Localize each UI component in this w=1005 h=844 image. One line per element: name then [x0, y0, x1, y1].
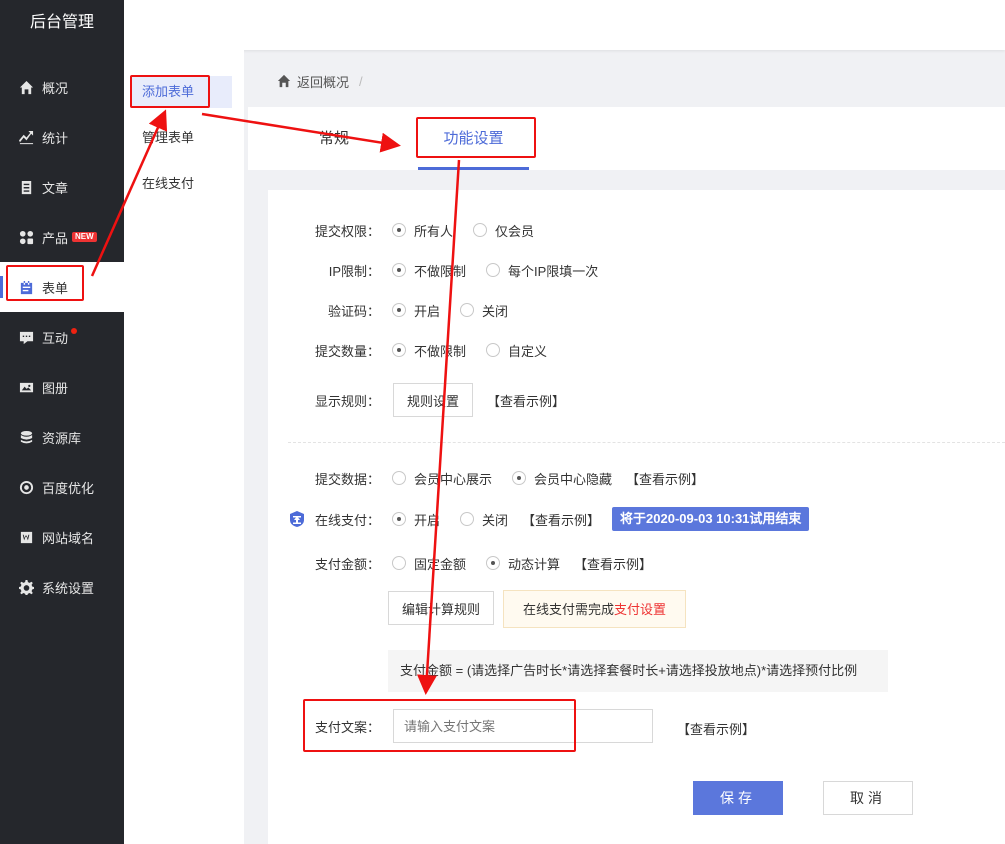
radio-everyone[interactable]: 所有人: [392, 221, 453, 240]
field-label: 验证码：: [327, 303, 380, 319]
settings-panel: 提交权限： 所有人 仅会员 IP限制： 不做限制 每个IP限填一次 验证码： 开…: [268, 190, 1005, 844]
row-display-rule: 显示规则： 规则设置 【查看示例】: [268, 383, 565, 417]
radio-pay-off[interactable]: 关闭: [460, 510, 508, 529]
sidebar-item-label: 统计: [42, 130, 69, 146]
sidebar-item-label: 文章: [42, 180, 69, 196]
subnav-manage-form[interactable]: 管理表单: [130, 122, 232, 154]
subnav-online-pay[interactable]: 在线支付: [130, 168, 232, 200]
new-badge: NEW: [72, 232, 97, 242]
row-online-pay: 在线支付： 开启 关闭 【查看示例】 将于2020-09-03 10:31试用结…: [268, 507, 810, 531]
seo-icon: [18, 479, 34, 495]
radio-captcha-on[interactable]: 开启: [392, 301, 440, 320]
sidebar-item-article[interactable]: 文章: [0, 162, 124, 212]
sidebar-item-label: 网站域名: [42, 530, 95, 546]
sidebar-item-overview[interactable]: 概况: [0, 62, 124, 112]
sidebar-item-label: 图册: [42, 380, 69, 396]
radio-captcha-off[interactable]: 关闭: [460, 301, 508, 320]
breadcrumb-back-link[interactable]: 返回概况: [297, 72, 349, 91]
home-icon: [277, 74, 291, 88]
sidebar-item-domain[interactable]: 网站域名: [0, 512, 124, 562]
trial-expiry-badge: 将于2020-09-03 10:31试用结束: [612, 507, 810, 531]
view-example-link[interactable]: 【查看示例】: [522, 510, 600, 529]
field-label: 支付文案：: [314, 719, 380, 735]
sidebar-item-stats[interactable]: 统计: [0, 112, 124, 162]
home-icon: [18, 79, 34, 95]
brand-title: 后台管理: [29, 14, 94, 31]
sidebar-item-seo[interactable]: 百度优化: [0, 462, 124, 512]
sidebar-item-label: 资源库: [42, 430, 82, 446]
sidebar-item-label: 表单: [42, 280, 69, 296]
sidebar: 后台管理 概况 统计 文章 产品 NEW 表单 互动 图册 资源库 百度优化 网…: [0, 0, 124, 844]
radio-dynamic-amount[interactable]: 动态计算: [486, 554, 560, 573]
article-icon: [18, 179, 34, 195]
top-bar: [124, 0, 1005, 50]
notification-dot: [71, 328, 78, 334]
tab-function-settings[interactable]: 功能设置: [418, 107, 529, 170]
sidebar-item-label: 互动: [42, 330, 69, 346]
sidebar-item-form[interactable]: 表单: [0, 262, 124, 312]
row-captcha: 验证码： 开启 关闭: [268, 299, 508, 321]
form-icon: [18, 279, 34, 295]
radio-count-no-limit[interactable]: 不做限制: [392, 341, 466, 360]
breadcrumb[interactable]: 返回概况 /: [277, 70, 363, 92]
radio-pay-on[interactable]: 开启: [392, 510, 440, 529]
sidebar-item-label: 百度优化: [42, 480, 95, 496]
gallery-icon: [18, 379, 34, 395]
sidebar-item-settings[interactable]: 系统设置: [0, 562, 124, 612]
sidebar-item-product[interactable]: 产品 NEW: [0, 212, 124, 262]
cancel-button[interactable]: 取消: [823, 781, 913, 815]
product-icon: [18, 229, 34, 245]
sidebar-item-gallery[interactable]: 图册: [0, 362, 124, 412]
stats-icon: [18, 129, 34, 145]
sub-sidebar: 添加表单 管理表单 在线支付: [124, 50, 244, 844]
field-label: 支付金额：: [314, 556, 380, 572]
row-submit-count: 提交数量： 不做限制 自定义: [268, 339, 547, 361]
database-icon: [18, 429, 34, 445]
radio-member-show[interactable]: 会员中心展示: [392, 469, 492, 488]
sidebar-item-label: 产品: [42, 230, 69, 246]
sidebar-item-label: 概况: [42, 80, 69, 96]
payment-settings-link[interactable]: 支付设置: [614, 602, 666, 617]
edit-calc-rule-button[interactable]: 编辑计算规则: [388, 591, 494, 625]
payment-notice: 在线支付需完成支付设置: [503, 590, 686, 628]
view-example-link[interactable]: 【查看示例】: [487, 391, 565, 410]
tab-bar: 常规 功能设置: [248, 107, 1005, 170]
view-example-link[interactable]: 【查看示例】: [677, 719, 755, 738]
gear-icon: [18, 579, 34, 595]
row-ip-limit: IP限制： 不做限制 每个IP限填一次: [268, 259, 598, 281]
row-pay-text: 支付文案：: [268, 715, 380, 737]
radio-count-custom[interactable]: 自定义: [486, 341, 547, 360]
radio-members-only[interactable]: 仅会员: [473, 221, 534, 240]
section-divider: [288, 442, 1005, 443]
field-label: 在线支付：: [314, 512, 380, 528]
chat-icon: [18, 329, 34, 345]
row-submit-data: 提交数据： 会员中心展示 会员中心隐藏 【查看示例】: [268, 467, 704, 489]
field-label: 提交数据：: [314, 471, 380, 487]
field-label: 提交数量：: [314, 343, 380, 359]
domain-icon: [18, 529, 34, 545]
save-button[interactable]: 保存: [693, 781, 783, 815]
pay-text-input[interactable]: [393, 709, 653, 743]
rule-settings-button[interactable]: 规则设置: [393, 383, 473, 417]
sidebar-item-resources[interactable]: 资源库: [0, 412, 124, 462]
view-example-link[interactable]: 【查看示例】: [626, 469, 704, 488]
field-label: IP限制：: [328, 263, 380, 279]
radio-once-per-ip[interactable]: 每个IP限填一次: [486, 261, 598, 280]
amount-formula: 支付金额 = (请选择广告时长*请选择套餐时长+请选择投放地点)*请选择预付比例: [388, 650, 888, 692]
sidebar-item-interaction[interactable]: 互动: [0, 312, 124, 362]
tab-general[interactable]: 常规: [314, 107, 354, 170]
subnav-add-form[interactable]: 添加表单: [130, 76, 232, 108]
radio-no-limit[interactable]: 不做限制: [392, 261, 466, 280]
sidebar-item-label: 系统设置: [42, 580, 95, 596]
row-submit-permission: 提交权限： 所有人 仅会员: [268, 219, 534, 241]
radio-fixed-amount[interactable]: 固定金额: [392, 554, 466, 573]
radio-member-hide[interactable]: 会员中心隐藏: [512, 469, 612, 488]
field-label: 显示规则：: [314, 393, 380, 409]
field-label: 提交权限：: [314, 223, 380, 239]
row-pay-amount: 支付金额： 固定金额 动态计算 【查看示例】: [268, 552, 652, 574]
breadcrumb-separator: /: [359, 73, 363, 89]
view-example-link[interactable]: 【查看示例】: [574, 554, 652, 573]
